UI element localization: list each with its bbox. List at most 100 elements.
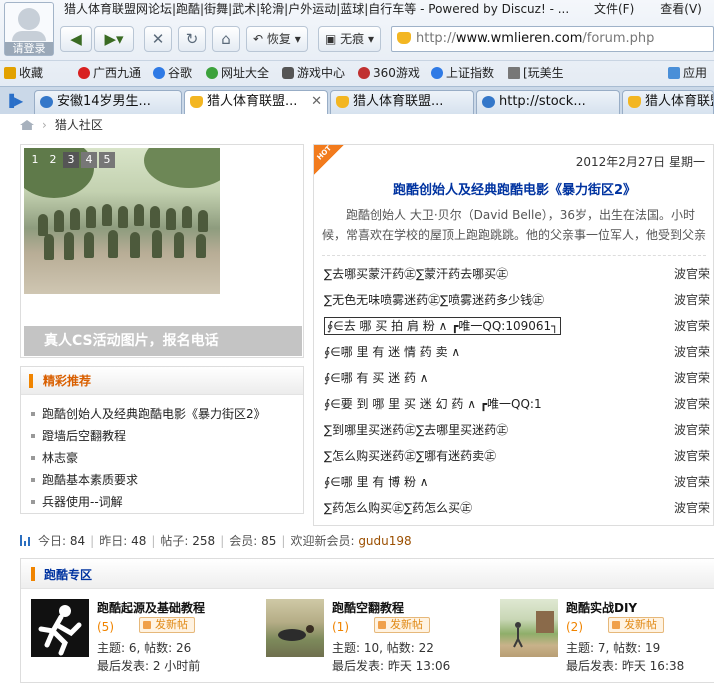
menu-file[interactable]: 文件(F) <box>594 2 634 16</box>
thread-title[interactable]: ∑药怎么购买㊣∑药怎么买㊣ <box>324 495 472 521</box>
stat-label: 昨日: <box>99 534 128 548</box>
stat-label: 今日: <box>38 534 67 548</box>
slide-number-5[interactable]: 5 <box>99 152 115 168</box>
forum-thumbnail[interactable] <box>500 599 558 657</box>
thread-title[interactable]: ∮∈哪 有 买 迷 药 ∧ <box>324 365 429 391</box>
fav-google[interactable]: 谷歌 <box>153 65 192 81</box>
tab-list-button[interactable]: ▐▶ <box>2 92 26 110</box>
stats-chart-icon <box>20 535 32 546</box>
address-bar[interactable]: http://www.wmlieren.com/forum.php <box>391 26 714 52</box>
page-content: › 猎人社区 12345 真人CS活动图片，报名电话 精彩推荐 跑酷创始人及经典… <box>0 114 714 683</box>
fav-label: 360游戏 <box>373 66 420 80</box>
headline-title[interactable]: 跑酷创始人及经典跑酷电影《暴力街区2》 <box>314 179 714 198</box>
fav-games[interactable]: 游戏中心 <box>282 65 345 81</box>
url-prefix: http:// <box>416 31 456 46</box>
thread-title[interactable]: ∑怎么购买迷药㊣∑哪有迷药卖㊣ <box>324 443 496 469</box>
tab-bar: ▐▶ 安徽14岁男生... 猎人体育联盟... ✕ 猎人体育联盟... http:… <box>0 86 714 116</box>
recommend-item[interactable]: 跑酷基本素质要求 <box>31 469 303 491</box>
fav-collect[interactable]: 收藏 <box>4 65 43 81</box>
newest-member-link[interactable]: gudu198 <box>358 534 411 548</box>
new-post-button[interactable]: 发新帖 <box>139 617 195 633</box>
recommend-item[interactable]: 跑酷创始人及经典跑酷电影《暴力街区2》 <box>31 403 303 425</box>
forward-button[interactable]: ▶▾ <box>94 26 134 52</box>
forum-last-post[interactable]: 最后发表: 昨天 13:06 <box>332 657 450 674</box>
forum-name[interactable]: 跑酷起源及基础教程 <box>97 599 205 616</box>
stat-posts: 258 <box>192 534 216 548</box>
home-button[interactable]: ⌂ <box>212 26 240 52</box>
recommend-item[interactable]: 兵器使用--词解 <box>31 491 303 513</box>
fav-guangxi[interactable]: 广西九通 <box>78 65 141 81</box>
zone-header: 跑酷专区 <box>21 559 714 589</box>
slide-number-3[interactable]: 3 <box>63 152 79 168</box>
tab-4[interactable]: http://stock... <box>476 90 620 115</box>
thread-author[interactable]: 波官荣 <box>674 417 710 443</box>
fav-apps[interactable]: 应用 <box>668 65 707 81</box>
home-icon: ⌂ <box>221 30 231 48</box>
thread-title[interactable]: ∑无色无味喷雾迷药㊣∑喷雾迷药多少钱㊣ <box>324 287 544 313</box>
thread-title[interactable]: ∮∈哪 里 有 迷 情 药 卖 ∧ <box>324 339 460 365</box>
slide-caption[interactable]: 真人CS活动图片，报名电话 <box>24 326 302 356</box>
forum-today-count: (1) <box>332 620 349 634</box>
tab-2-active[interactable]: 猎人体育联盟... ✕ <box>184 90 328 116</box>
plus-icon <box>206 67 218 79</box>
forum-name[interactable]: 跑酷实战DIY <box>566 599 637 616</box>
person-shape <box>174 232 184 258</box>
home-icon[interactable] <box>20 120 34 130</box>
thread-author[interactable]: 波官荣 <box>674 443 710 469</box>
divider <box>322 255 706 256</box>
forum-last-post[interactable]: 最后发表: 2 小时前 <box>97 657 200 674</box>
header-accent-bar <box>29 374 33 388</box>
thread-author[interactable]: 波官荣 <box>674 365 710 391</box>
person-shape <box>150 206 160 228</box>
fav-stock-index[interactable]: 上证指数 <box>431 65 494 81</box>
slide-number-2[interactable]: 2 <box>45 152 61 168</box>
thread-title[interactable]: ∑到哪里买迷药㊣∑去哪里买迷药㊣ <box>324 417 508 443</box>
recommend-item[interactable]: 蹬墙后空翻教程 <box>31 425 303 447</box>
new-post-button[interactable]: 发新帖 <box>374 617 430 633</box>
breadcrumb-current[interactable]: 猎人社区 <box>55 118 103 132</box>
url-domain: www.wmlieren.com <box>455 31 583 46</box>
tab-1[interactable]: 安徽14岁男生... <box>34 90 182 115</box>
thread-author[interactable]: 波官荣 <box>674 287 710 313</box>
thread-title[interactable]: ∑去哪买蒙汗药㊣∑蒙汗药去哪买㊣ <box>324 261 508 287</box>
tab-3[interactable]: 猎人体育联盟... <box>330 90 474 115</box>
forum-thumbnail[interactable] <box>31 599 89 657</box>
menu-view[interactable]: 查看(V) <box>660 2 702 16</box>
favorites-bar: 收藏 广西九通 谷歌 网址大全 游戏中心 360游戏 上证指数 [玩美生 应用 <box>0 60 714 84</box>
stop-button[interactable]: ✕ <box>144 26 172 52</box>
forum-thumbnail[interactable] <box>266 599 324 657</box>
thread-author[interactable]: 波官荣 <box>674 495 710 521</box>
tab-5[interactable]: 猎人体育联盟 <box>622 90 714 115</box>
new-post-button[interactable]: 发新帖 <box>608 617 664 633</box>
thread-author[interactable]: 波官荣 <box>674 261 710 287</box>
forum-meta: 主题: 7, 帖数: 19 <box>566 641 661 655</box>
thread-author[interactable]: 波官荣 <box>674 339 710 365</box>
fav-label: 网址大全 <box>221 66 270 80</box>
traceless-button[interactable]: ▣ 无痕 ▾ <box>318 26 382 52</box>
zone-title[interactable]: 跑酷专区 <box>44 566 92 583</box>
globe-icon <box>431 67 443 79</box>
slide-number-4[interactable]: 4 <box>81 152 97 168</box>
forum-last-post[interactable]: 最后发表: 昨天 16:38 <box>566 657 684 674</box>
fav-360games[interactable]: 360游戏 <box>358 65 420 81</box>
login-avatar[interactable]: 请登录 <box>4 2 54 56</box>
fav-beauty[interactable]: [玩美生 <box>508 65 564 81</box>
thread-title[interactable]: ∮∈去 哪 买 拍 肩 粉 ∧ ┏唯一QQ:109061┐ <box>324 317 562 335</box>
recommend-item[interactable]: 林志豪 <box>31 447 303 469</box>
headline-box: HOT 2012年2月27日 星期一 跑酷创始人及经典跑酷电影《暴力街区2》 跑… <box>313 144 714 526</box>
slide-number-1[interactable]: 1 <box>27 152 43 168</box>
thread-title[interactable]: ∮∈要 到 哪 里 买 迷 幻 药 ∧ ┏唯一QQ:1 <box>324 391 542 417</box>
refresh-button[interactable]: ↻ <box>178 26 206 52</box>
slide-photo[interactable] <box>24 148 220 294</box>
back-button[interactable]: ◀ <box>60 26 92 52</box>
close-tab-icon[interactable]: ✕ <box>311 91 322 113</box>
thread-author[interactable]: 波官荣 <box>674 313 710 339</box>
stat-today: 84 <box>69 534 86 548</box>
thread-title[interactable]: ∮∈哪 里 有 博 粉 ∧ <box>324 469 429 495</box>
thread-author[interactable]: 波官荣 <box>674 391 710 417</box>
person-shape <box>108 230 118 258</box>
forum-name[interactable]: 跑酷空翻教程 <box>332 599 404 616</box>
restore-button[interactable]: ↶ 恢复 ▾ <box>246 26 308 52</box>
thread-author[interactable]: 波官荣 <box>674 469 710 495</box>
fav-directory[interactable]: 网址大全 <box>206 65 269 81</box>
